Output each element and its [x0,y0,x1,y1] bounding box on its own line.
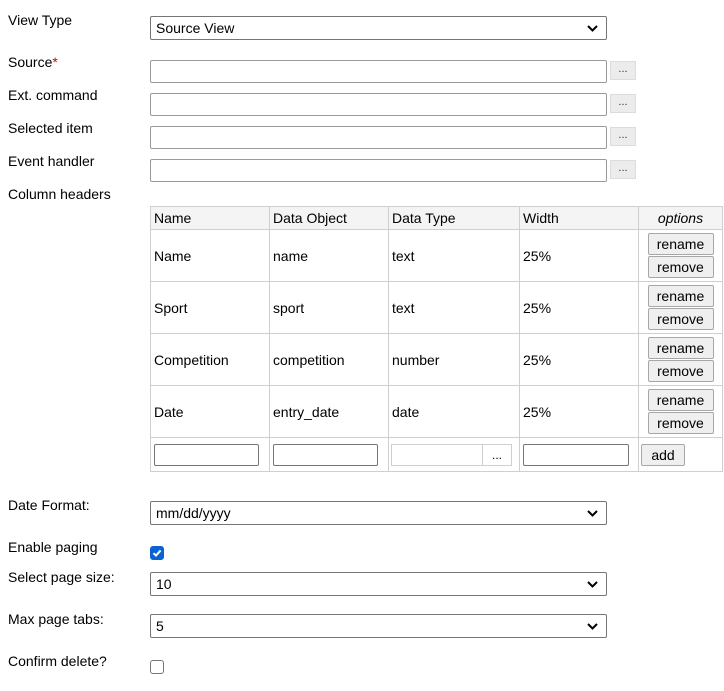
row-actions: rename remove [638,281,723,334]
cell-width: 25% [519,333,639,386]
cell-width: 25% [519,281,639,334]
column-headers-table: Name Data Object Data Type Width options… [150,206,723,472]
view-type-select[interactable]: Source View [150,16,607,40]
cell-name: Date [150,385,270,438]
date-format-value: mm/dd/yyyy [156,505,231,521]
chevron-down-icon [587,581,598,588]
cell-data-object: sport [269,281,389,334]
required-mark: * [52,54,58,70]
event-handler-browse-button[interactable]: ... [610,160,636,179]
cell-data-object: name [269,229,389,282]
table-header-row: Name Data Object Data Type Width options [150,206,723,230]
chevron-down-icon [587,510,598,517]
date-format-label: Date Format: [8,497,90,513]
cell-data-type: text [388,229,520,282]
confirm-delete-label: Confirm delete? [8,653,107,669]
cell-data-object: entry_date [269,385,389,438]
max-page-tabs-value: 5 [156,618,164,634]
cell-width: 25% [519,385,639,438]
remove-button[interactable]: remove [647,256,714,278]
checkmark-icon [152,549,162,558]
rename-button[interactable]: rename [647,233,714,255]
new-data-type-input[interactable] [391,443,485,466]
page-size-select[interactable]: 10 [150,572,607,596]
data-type-browse-button[interactable]: ... [482,443,512,466]
ext-command-input[interactable] [150,93,607,116]
header-data-object: Data Object [269,206,389,230]
row-actions: rename remove [638,333,723,386]
selected-item-label: Selected item [8,120,93,136]
new-width-input[interactable] [523,443,629,466]
remove-button[interactable]: remove [647,360,714,382]
max-page-tabs-label: Max page tabs: [8,611,104,627]
source-label: Source* [8,54,58,70]
row-actions: rename remove [638,229,723,282]
cell-data-object: competition [269,333,389,386]
chevron-down-icon [587,25,598,32]
header-options: options [638,206,723,230]
event-handler-label: Event handler [8,153,95,169]
table-row: Sport sport text 25% rename remove [150,281,723,334]
cell-data-type: number [388,333,520,386]
add-button[interactable]: add [641,443,685,466]
ext-command-label: Ext. command [8,87,98,103]
date-format-select[interactable]: mm/dd/yyyy [150,501,607,525]
cell-name: Sport [150,281,270,334]
cell-width: 25% [519,229,639,282]
rename-button[interactable]: rename [647,285,714,307]
table-row: Competition competition number 25% renam… [150,333,723,386]
chevron-down-icon [587,623,598,630]
cell-name: Competition [150,333,270,386]
table-row: Name name text 25% rename remove [150,229,723,282]
ext-command-browse-button[interactable]: ... [610,94,636,113]
confirm-delete-checkbox[interactable] [150,660,164,674]
rename-button[interactable]: rename [647,389,714,411]
rename-button[interactable]: rename [647,337,714,359]
view-type-label: View Type [8,12,73,28]
column-headers-label: Column headers [8,186,111,202]
page-size-value: 10 [156,576,172,592]
cell-name: Name [150,229,270,282]
row-actions: rename remove [638,385,723,438]
source-browse-button[interactable]: ... [610,61,636,80]
remove-button[interactable]: remove [647,412,714,434]
event-handler-input[interactable] [150,159,607,182]
table-row: Date entry_date date 25% rename remove [150,385,723,438]
selected-item-input[interactable] [150,126,607,149]
selected-item-browse-button[interactable]: ... [610,127,636,146]
max-page-tabs-select[interactable]: 5 [150,614,607,638]
enable-paging-label: Enable paging [8,539,98,555]
page-size-label: Select page size: [8,569,115,585]
new-name-input[interactable] [154,443,259,466]
header-name: Name [150,206,270,230]
new-column-row: ... add [150,437,723,472]
header-data-type: Data Type [388,206,520,230]
cell-data-type: date [388,385,520,438]
source-input[interactable] [150,60,607,83]
enable-paging-checkbox[interactable] [150,546,164,560]
cell-data-type: text [388,281,520,334]
remove-button[interactable]: remove [647,308,714,330]
new-data-object-input[interactable] [273,443,378,466]
header-width: Width [519,206,639,230]
view-type-value: Source View [156,20,235,36]
